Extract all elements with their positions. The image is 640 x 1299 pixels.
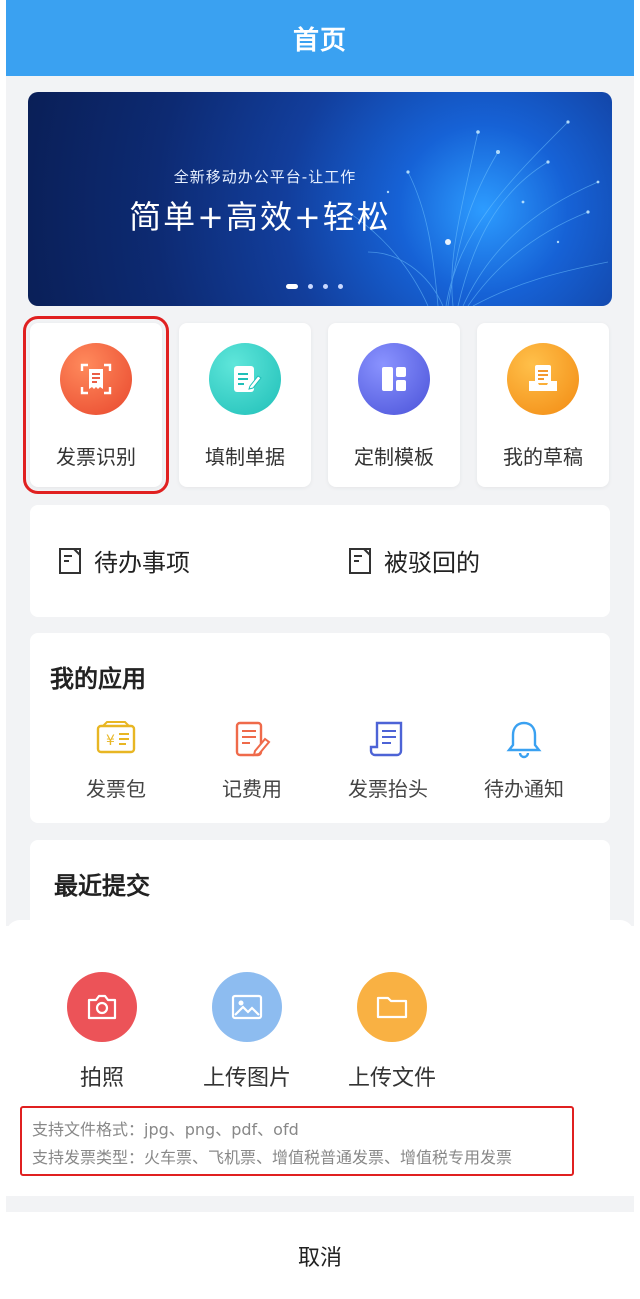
sheet-divider xyxy=(6,1196,634,1212)
todo-card: 待办事项 被驳回的 xyxy=(30,505,610,617)
bell-icon xyxy=(502,717,546,761)
invoice-scan-icon xyxy=(60,343,132,415)
upload-image-label: 上传图片 xyxy=(202,1066,291,1091)
quick-action-label: 定制模板 xyxy=(354,445,434,469)
edit-document-icon xyxy=(209,343,281,415)
promo-banner[interactable]: 全新移动办公平台-让工作 简单+高效+轻松 xyxy=(28,92,612,306)
upload-file-option[interactable]: 上传文件 xyxy=(332,972,452,1092)
pagination-dot[interactable] xyxy=(323,284,328,289)
top-bar: 首页 xyxy=(6,0,634,76)
supported-formats-text: 支持文件格式：jpg、png、pdf、ofd xyxy=(32,1120,299,1139)
camera-icon xyxy=(67,972,137,1042)
pagination-dot-active[interactable] xyxy=(286,284,298,289)
supported-info-box: 支持文件格式：jpg、png、pdf、ofd 支持发票类型：火车票、飞机票、增值… xyxy=(20,1106,574,1176)
rejected-items-label: 被驳回的 xyxy=(384,549,480,577)
banner-headline: 简单+高效+轻松 xyxy=(129,198,391,236)
app-invoice-bag[interactable]: ¥ 发票包 xyxy=(56,717,176,802)
quick-action-my-drafts[interactable]: 我的草稿 xyxy=(477,323,609,487)
checklist-icon xyxy=(349,547,371,574)
my-apps-title: 我的应用 xyxy=(50,665,146,693)
checklist-icon xyxy=(59,547,81,574)
cancel-button[interactable]: 取消 xyxy=(6,1212,634,1299)
image-icon xyxy=(212,972,282,1042)
page-title: 首页 xyxy=(292,25,347,56)
rejected-items-link[interactable]: 被驳回的 xyxy=(348,543,480,578)
banner-pagination xyxy=(286,284,343,289)
invoice-title-icon xyxy=(366,717,410,761)
my-apps-card: 我的应用 ¥ 发票包 记费用 发票抬头 待办通知 xyxy=(30,633,610,823)
recent-submissions-title: 最近提交 xyxy=(54,872,150,900)
draft-tray-icon xyxy=(507,343,579,415)
app-invoice-title[interactable]: 发票抬头 xyxy=(328,717,448,802)
quick-action-fill-document[interactable]: 填制单据 xyxy=(179,323,311,487)
upload-image-option[interactable]: 上传图片 xyxy=(187,972,307,1092)
pagination-dot[interactable] xyxy=(338,284,343,289)
banner-subtitle: 全新移动办公平台-让工作 xyxy=(173,168,357,186)
pending-tasks-label: 待办事项 xyxy=(94,549,190,577)
upload-file-label: 上传文件 xyxy=(347,1066,436,1091)
quick-action-custom-template[interactable]: 定制模板 xyxy=(328,323,460,487)
quick-action-invoice-scan[interactable]: 发票识别 xyxy=(23,316,169,494)
template-layout-icon xyxy=(358,343,430,415)
svg-text:¥: ¥ xyxy=(106,733,115,749)
expense-note-icon xyxy=(230,717,274,761)
take-photo-option[interactable]: 拍照 xyxy=(42,972,162,1092)
app-label: 待办通知 xyxy=(484,777,564,801)
quick-action-label: 填制单据 xyxy=(205,445,285,469)
invoice-bag-icon: ¥ xyxy=(94,717,138,761)
app-record-expense[interactable]: 记费用 xyxy=(192,717,312,802)
app-label: 发票抬头 xyxy=(348,777,428,801)
app-label: 记费用 xyxy=(222,777,282,801)
folder-icon xyxy=(357,972,427,1042)
upload-bottom-sheet: 拍照 上传图片 上传文件 支持文件格式：jpg、png、pdf、ofd 支持发票… xyxy=(6,920,634,1299)
quick-action-label: 发票识别 xyxy=(56,445,136,469)
app-label: 发票包 xyxy=(86,777,146,801)
pending-tasks-link[interactable]: 待办事项 xyxy=(58,543,190,578)
app-todo-notice[interactable]: 待办通知 xyxy=(464,717,584,802)
pagination-dot[interactable] xyxy=(308,284,313,289)
supported-invoice-types-text: 支持发票类型：火车票、飞机票、增值税普通发票、增值税专用发票 xyxy=(32,1148,513,1167)
quick-action-label: 我的草稿 xyxy=(503,445,583,469)
recent-submissions-card: 最近提交 xyxy=(30,840,610,930)
take-photo-label: 拍照 xyxy=(79,1066,124,1091)
